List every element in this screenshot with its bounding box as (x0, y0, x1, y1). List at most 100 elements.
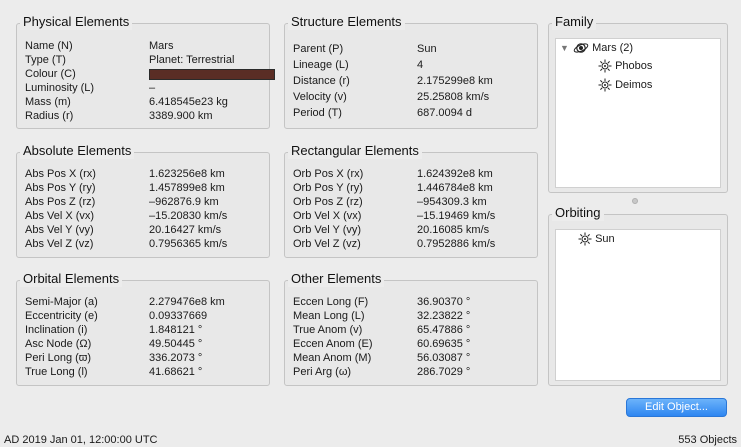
absolute-elements-title: Absolute Elements (20, 143, 135, 159)
row-value: 1.624392e8 km (417, 168, 493, 180)
absolute-row-vel-x: Abs Vel X (vx) –15.20830 km/s (25, 209, 263, 223)
absolute-row-vel-z: Abs Vel Z (vz) 0.7956365 km/s (25, 237, 263, 251)
structure-row-distance: Distance (r) 2.175299e8 km (293, 74, 531, 88)
sun-icon (578, 232, 592, 246)
row-value: –15.20830 km/s (149, 210, 228, 222)
row-label: Abs Vel Y (vy) (25, 224, 94, 236)
orbital-row-true-long: True Long (l) 41.68621 ° (25, 365, 263, 379)
row-value: –962876.9 km (149, 196, 219, 208)
family-tree[interactable]: ▼ Mars (2) Phobos Deimos (555, 38, 721, 188)
structure-row-lineage: Lineage (L) 4 (293, 58, 531, 72)
other-row-mean-anom: Mean Anom (M) 56.03087 ° (293, 351, 531, 365)
row-value: – (149, 82, 156, 94)
orbital-row-eccentricity: Eccentricity (e) 0.09337669 (25, 309, 263, 323)
row-value: 1.848121 ° (149, 324, 203, 336)
other-row-eccen-long: Eccen Long (F) 36.90370 ° (293, 295, 531, 309)
splitter-handle[interactable] (632, 198, 638, 204)
family-group: Family ▼ Mars (2) Phobos Deimos (548, 14, 728, 193)
family-child-deimos[interactable]: Deimos (598, 77, 652, 93)
date-status: AD 2019 Jan 01, 12:00:00 UTC (4, 434, 158, 446)
tree-item-label: Sun (595, 233, 615, 245)
absolute-elements-group: Absolute Elements Abs Pos X (rx) 1.62325… (16, 143, 270, 258)
tree-item-label: Phobos (615, 60, 653, 72)
row-label: Mass (m) (25, 96, 71, 108)
row-label: Orb Pos Y (ry) (293, 182, 363, 194)
rectangular-row-vel-z: Orb Vel Z (vz) 0.7952886 km/s (293, 237, 531, 251)
row-label: Abs Vel Z (vz) (25, 238, 94, 250)
structure-row-velocity: Velocity (v) 25.25808 km/s (293, 90, 531, 104)
row-value: 1.457899e8 km (149, 182, 225, 194)
row-value: 20.16085 km/s (417, 224, 490, 236)
orbiting-title: Orbiting (552, 205, 604, 221)
family-child-phobos[interactable]: Phobos (598, 58, 652, 74)
rectangular-elements-title: Rectangular Elements (288, 143, 422, 159)
sun-icon (598, 59, 612, 73)
other-row-peri-arg: Peri Arg (ω) 286.7029 ° (293, 365, 531, 379)
row-label: Luminosity (L) (25, 82, 95, 94)
row-value: Sun (417, 43, 437, 55)
row-value: 4 (417, 59, 424, 71)
row-label: Inclination (i) (25, 324, 88, 336)
other-elements-title: Other Elements (288, 271, 385, 287)
row-value: –15.19469 km/s (417, 210, 496, 222)
row-value: 20.16427 km/s (149, 224, 222, 236)
row-label: True Anom (v) (293, 324, 363, 336)
other-row-eccen-anom: Eccen Anom (E) 60.69635 ° (293, 337, 531, 351)
structure-elements-group: Structure Elements Parent (P) Sun Lineag… (284, 14, 538, 129)
row-label: Peri Arg (ω) (293, 366, 352, 378)
orbital-row-asc-node: Asc Node (Ω) 49.50445 ° (25, 337, 263, 351)
physical-row-luminosity: Luminosity (L) – (25, 81, 263, 95)
absolute-row-pos-z: Abs Pos Z (rz) –962876.9 km (25, 195, 263, 209)
row-value: 2.279476e8 km (149, 296, 225, 308)
row-label: Eccen Long (F) (293, 296, 369, 308)
row-label: Period (T) (293, 107, 342, 119)
physical-elements-title: Physical Elements (20, 14, 133, 30)
physical-row-name: Name (N) Mars (25, 39, 263, 53)
row-label: Semi-Major (a) (25, 296, 98, 308)
absolute-row-vel-y: Abs Vel Y (vy) 20.16427 km/s (25, 223, 263, 237)
row-value: 36.90370 ° (417, 296, 471, 308)
disclosure-triangle-icon[interactable]: ▼ (560, 40, 570, 56)
orbiting-item-sun[interactable]: Sun (578, 231, 615, 247)
row-label: Parent (P) (293, 43, 344, 55)
row-label: True Long (l) (25, 366, 88, 378)
row-label: Name (N) (25, 40, 73, 52)
row-label: Abs Pos Y (ry) (25, 182, 96, 194)
other-row-true-anom: True Anom (v) 65.47886 ° (293, 323, 531, 337)
physical-row-mass: Mass (m) 6.418545e23 kg (25, 95, 263, 109)
planet-icon (573, 43, 589, 53)
orbiting-group: Orbiting Sun (548, 205, 728, 386)
row-label: Asc Node (Ω) (25, 338, 92, 350)
row-label: Distance (r) (293, 75, 350, 87)
row-label: Type (T) (25, 54, 66, 66)
row-label: Orb Vel X (vx) (293, 210, 362, 222)
row-label: Orb Vel Y (vy) (293, 224, 362, 236)
row-label: Abs Pos Z (rz) (25, 196, 96, 208)
orbital-elements-title: Orbital Elements (20, 271, 123, 287)
tree-item-label: Mars (2) (592, 42, 634, 54)
row-value: 3389.900 km (149, 110, 213, 122)
row-label: Radius (r) (25, 110, 74, 122)
row-label: Orb Pos Z (rz) (293, 196, 363, 208)
object-count-status: 553 Objects (678, 434, 737, 446)
row-value: 25.25808 km/s (417, 91, 490, 103)
row-label: Colour (C) (25, 68, 76, 80)
row-value: 0.7952886 km/s (417, 238, 496, 250)
colour-swatch[interactable] (149, 69, 275, 80)
sun-icon (598, 78, 612, 92)
row-label: Eccen Anom (E) (293, 338, 373, 350)
rectangular-row-pos-x: Orb Pos X (rx) 1.624392e8 km (293, 167, 531, 181)
row-label: Abs Vel X (vx) (25, 210, 95, 222)
row-value: 687.0094 d (417, 107, 473, 119)
row-value: 286.7029 ° (417, 366, 471, 378)
row-value: –954309.3 km (417, 196, 487, 208)
orbiting-list[interactable]: Sun (555, 229, 721, 381)
orbital-row-semi-major: Semi-Major (a) 2.279476e8 km (25, 295, 263, 309)
edit-object-button[interactable]: Edit Object... (626, 398, 727, 417)
row-label: Abs Pos X (rx) (25, 168, 96, 180)
physical-row-colour: Colour (C) (25, 67, 275, 81)
family-root-mars[interactable]: ▼ Mars (2) (560, 40, 633, 56)
rectangular-row-pos-z: Orb Pos Z (rz) –954309.3 km (293, 195, 531, 209)
row-value: 336.2073 ° (149, 352, 203, 364)
row-value: 56.03087 ° (417, 352, 471, 364)
